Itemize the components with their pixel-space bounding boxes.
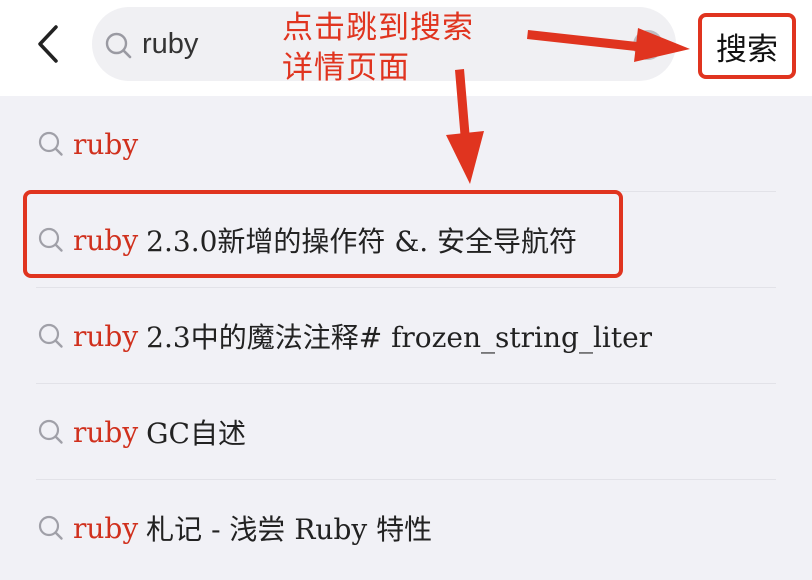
annotation-line-1: 点击跳到搜索 — [282, 10, 474, 46]
suggestion-item[interactable]: ruby 2.3中的魔法注释# frozen_string_liter — [0, 288, 812, 384]
annotation-line-2: 详情页面 — [282, 50, 410, 86]
suggestion-text: ruby — [73, 96, 146, 192]
suggestion-keyword: ruby — [73, 223, 139, 257]
search-icon — [38, 227, 63, 252]
search-icon — [38, 515, 63, 540]
suggestion-rest: 札记 - 浅尝 Ruby 特性 — [146, 513, 433, 546]
suggestion-keyword: ruby — [73, 127, 139, 161]
suggestion-item[interactable]: ruby GC自述 — [0, 384, 812, 480]
suggestion-item[interactable]: ruby 札记 - 浅尝 Ruby 特性 — [0, 480, 812, 576]
suggestion-text: ruby 2.3中的魔法注释# frozen_string_liter — [73, 288, 652, 384]
suggestion-item[interactable]: ruby 2.3.0新增的操作符 &. 安全导航符 — [0, 192, 812, 288]
suggestion-keyword: ruby — [73, 415, 139, 449]
suggestion-text: ruby 札记 - 浅尝 Ruby 特性 — [73, 480, 432, 576]
suggestion-item[interactable]: ruby — [0, 96, 812, 192]
search-icon — [38, 323, 63, 348]
suggestion-text: ruby GC自述 — [73, 384, 246, 480]
suggestion-rest: 2.3.0新增的操作符 &. 安全导航符 — [146, 225, 578, 258]
clear-icon[interactable] — [633, 30, 663, 60]
suggestion-keyword: ruby — [73, 319, 139, 353]
suggestion-rest: 2.3中的魔法注释# frozen_string_liter — [146, 321, 653, 354]
search-icon — [38, 131, 63, 156]
search-button[interactable]: 搜索 — [698, 13, 796, 79]
suggestion-rest: GC自述 — [146, 417, 246, 450]
annotation-note: 点击跳到搜索 详情页面 — [282, 8, 474, 88]
back-button[interactable] — [30, 22, 66, 66]
suggestion-keyword: ruby — [73, 511, 139, 545]
search-icon — [105, 32, 132, 59]
suggestion-text: ruby 2.3.0新增的操作符 &. 安全导航符 — [73, 192, 577, 288]
search-icon — [38, 419, 63, 444]
chevron-left-icon — [38, 25, 58, 63]
